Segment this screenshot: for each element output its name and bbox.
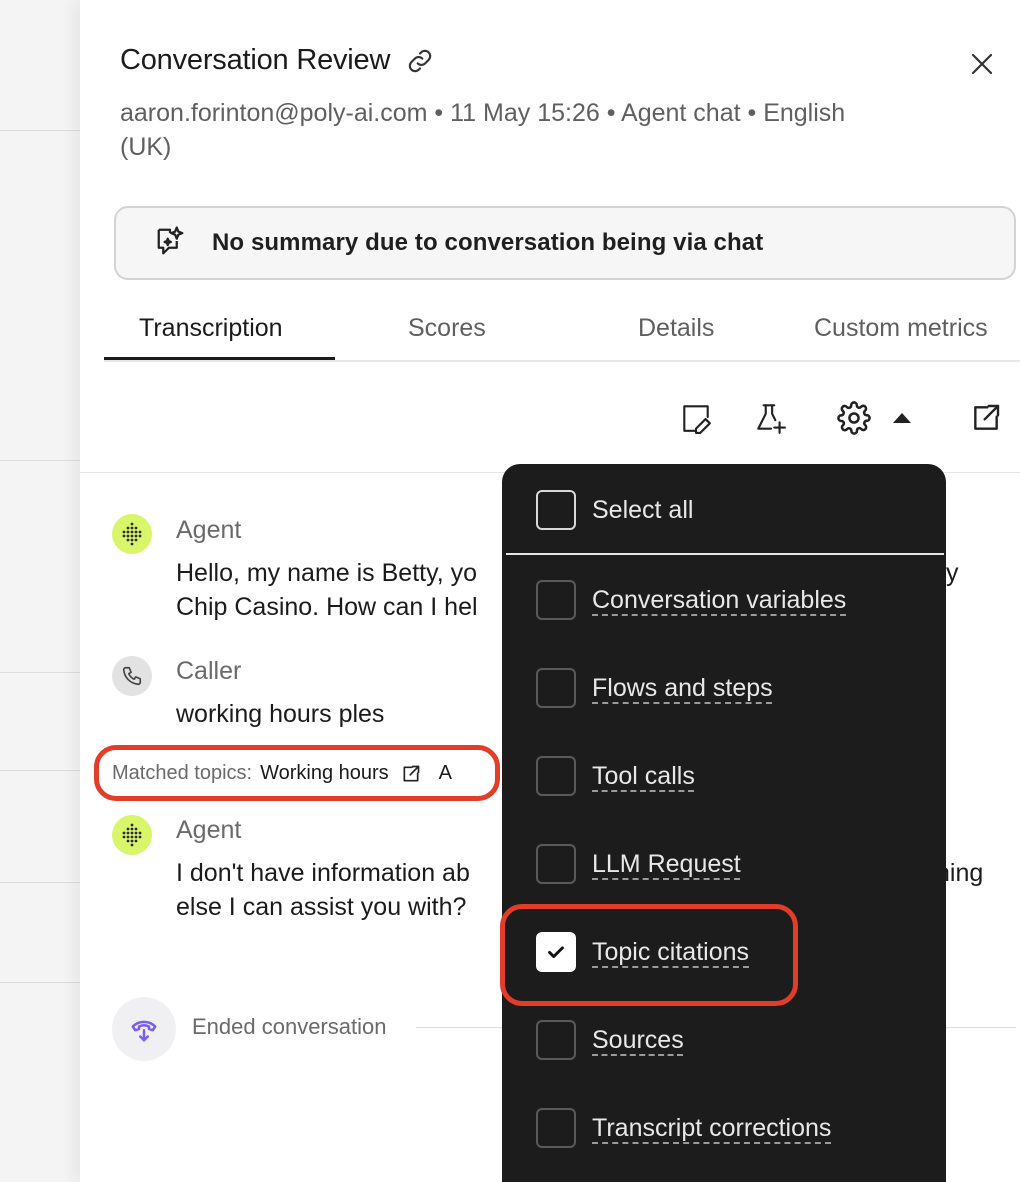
dropdown-divider — [506, 553, 944, 555]
agent-logo-icon — [122, 823, 142, 847]
option-checkbox[interactable] — [536, 756, 576, 796]
ended-conversation-label: Ended conversation — [192, 1014, 387, 1039]
option-label: Flows and steps — [592, 673, 773, 702]
speaker-label: Agent — [176, 816, 242, 844]
option-tool-calls[interactable]: Tool calls — [536, 756, 695, 796]
select-all-checkbox[interactable] — [536, 490, 576, 530]
hang-up-icon — [131, 1020, 157, 1042]
flask-add-icon[interactable] — [752, 400, 788, 436]
tab-details[interactable]: Details — [638, 314, 714, 343]
tab-custom-metrics[interactable]: Custom metrics — [814, 314, 988, 343]
message-line: Hello, my name is Betty, yo — [176, 559, 478, 587]
select-all-option[interactable]: Select all — [536, 490, 693, 530]
matched-topic-overflow: A — [438, 762, 452, 784]
option-label: Topic citations — [592, 937, 750, 966]
option-checkbox[interactable] — [536, 580, 576, 620]
matched-topics-label: Matched topics: — [112, 762, 253, 784]
summary-banner: No summary due to conversation being via… — [114, 206, 1016, 280]
agent-logo-icon — [122, 522, 142, 546]
background-divider — [0, 770, 80, 771]
message-line: else I can assist you with? — [176, 893, 467, 921]
option-label: Sources — [592, 1025, 684, 1054]
option-label: Transcript corrections — [592, 1113, 832, 1142]
matched-topic-link[interactable]: Working hours — [260, 762, 389, 785]
option-transcript-corrections[interactable]: Transcript corrections — [536, 1108, 831, 1148]
link-icon[interactable] — [406, 47, 434, 75]
background-divider — [0, 130, 80, 131]
gear-icon[interactable] — [836, 400, 872, 436]
conversation-meta: aaron.forinton@poly-ai.com • 11 May 15:2… — [120, 96, 940, 164]
option-llm-request[interactable]: LLM Request — [536, 844, 741, 884]
agent-avatar — [112, 815, 152, 855]
message-text: I don't have information ab else I can a… — [176, 856, 470, 924]
display-options-dropdown: Select all Conversation variables Flows … — [502, 464, 946, 1182]
edit-note-icon[interactable] — [678, 400, 714, 436]
option-label: Select all — [592, 495, 694, 524]
ai-summary-icon — [152, 223, 188, 264]
option-checkbox-checked[interactable] — [536, 932, 576, 972]
message-line-overflow: y — [946, 559, 959, 587]
option-checkbox[interactable] — [536, 1108, 576, 1148]
close-icon — [971, 53, 993, 75]
ended-conversation-badge — [112, 997, 176, 1061]
background-divider — [0, 460, 80, 461]
message-line: I don't have information ab — [176, 859, 470, 887]
agent-avatar — [112, 514, 152, 554]
tab-scores[interactable]: Scores — [408, 314, 486, 343]
external-link-icon[interactable] — [968, 400, 1004, 436]
background-divider — [0, 882, 80, 883]
page-title: Conversation Review — [120, 44, 391, 76]
active-tab-indicator — [104, 357, 335, 360]
matched-topics: Matched topics: Working hours A — [112, 762, 452, 785]
option-checkbox[interactable] — [536, 668, 576, 708]
caret-up-icon[interactable] — [884, 400, 920, 436]
speaker-label: Caller — [176, 657, 242, 685]
caller-avatar — [112, 656, 152, 696]
meta-line: aaron.forinton@poly-ai.com • 11 May 15:2… — [120, 99, 846, 127]
option-topic-citations[interactable]: Topic citations — [536, 932, 749, 972]
close-button[interactable] — [966, 48, 998, 80]
background-divider — [0, 982, 80, 983]
option-label: Tool calls — [592, 761, 695, 790]
tab-transcription[interactable]: Transcription — [139, 314, 283, 343]
message-line: Chip Casino. How can I hel — [176, 593, 478, 621]
background-page — [0, 0, 80, 1182]
meta-line: (UK) — [120, 133, 172, 161]
option-flows-and-steps[interactable]: Flows and steps — [536, 668, 773, 708]
external-link-icon[interactable] — [401, 764, 421, 784]
background-divider — [0, 672, 80, 673]
option-sources[interactable]: Sources — [536, 1020, 684, 1060]
option-label: LLM Request — [592, 849, 741, 878]
option-checkbox[interactable] — [536, 1020, 576, 1060]
message-text: Hello, my name is Betty, yo Chip Casino.… — [176, 556, 478, 624]
phone-icon — [122, 666, 142, 686]
option-conversation-variables[interactable]: Conversation variables — [536, 580, 846, 620]
speaker-label: Agent — [176, 516, 242, 544]
tab-bar: Transcription Scores Details Custom metr… — [104, 300, 1020, 362]
header: Conversation Review — [120, 44, 434, 77]
checkmark-icon — [548, 946, 564, 959]
option-checkbox[interactable] — [536, 844, 576, 884]
summary-text: No summary due to conversation being via… — [212, 229, 764, 256]
option-label: Conversation variables — [592, 585, 847, 614]
message-text: working hours ples — [176, 700, 385, 728]
